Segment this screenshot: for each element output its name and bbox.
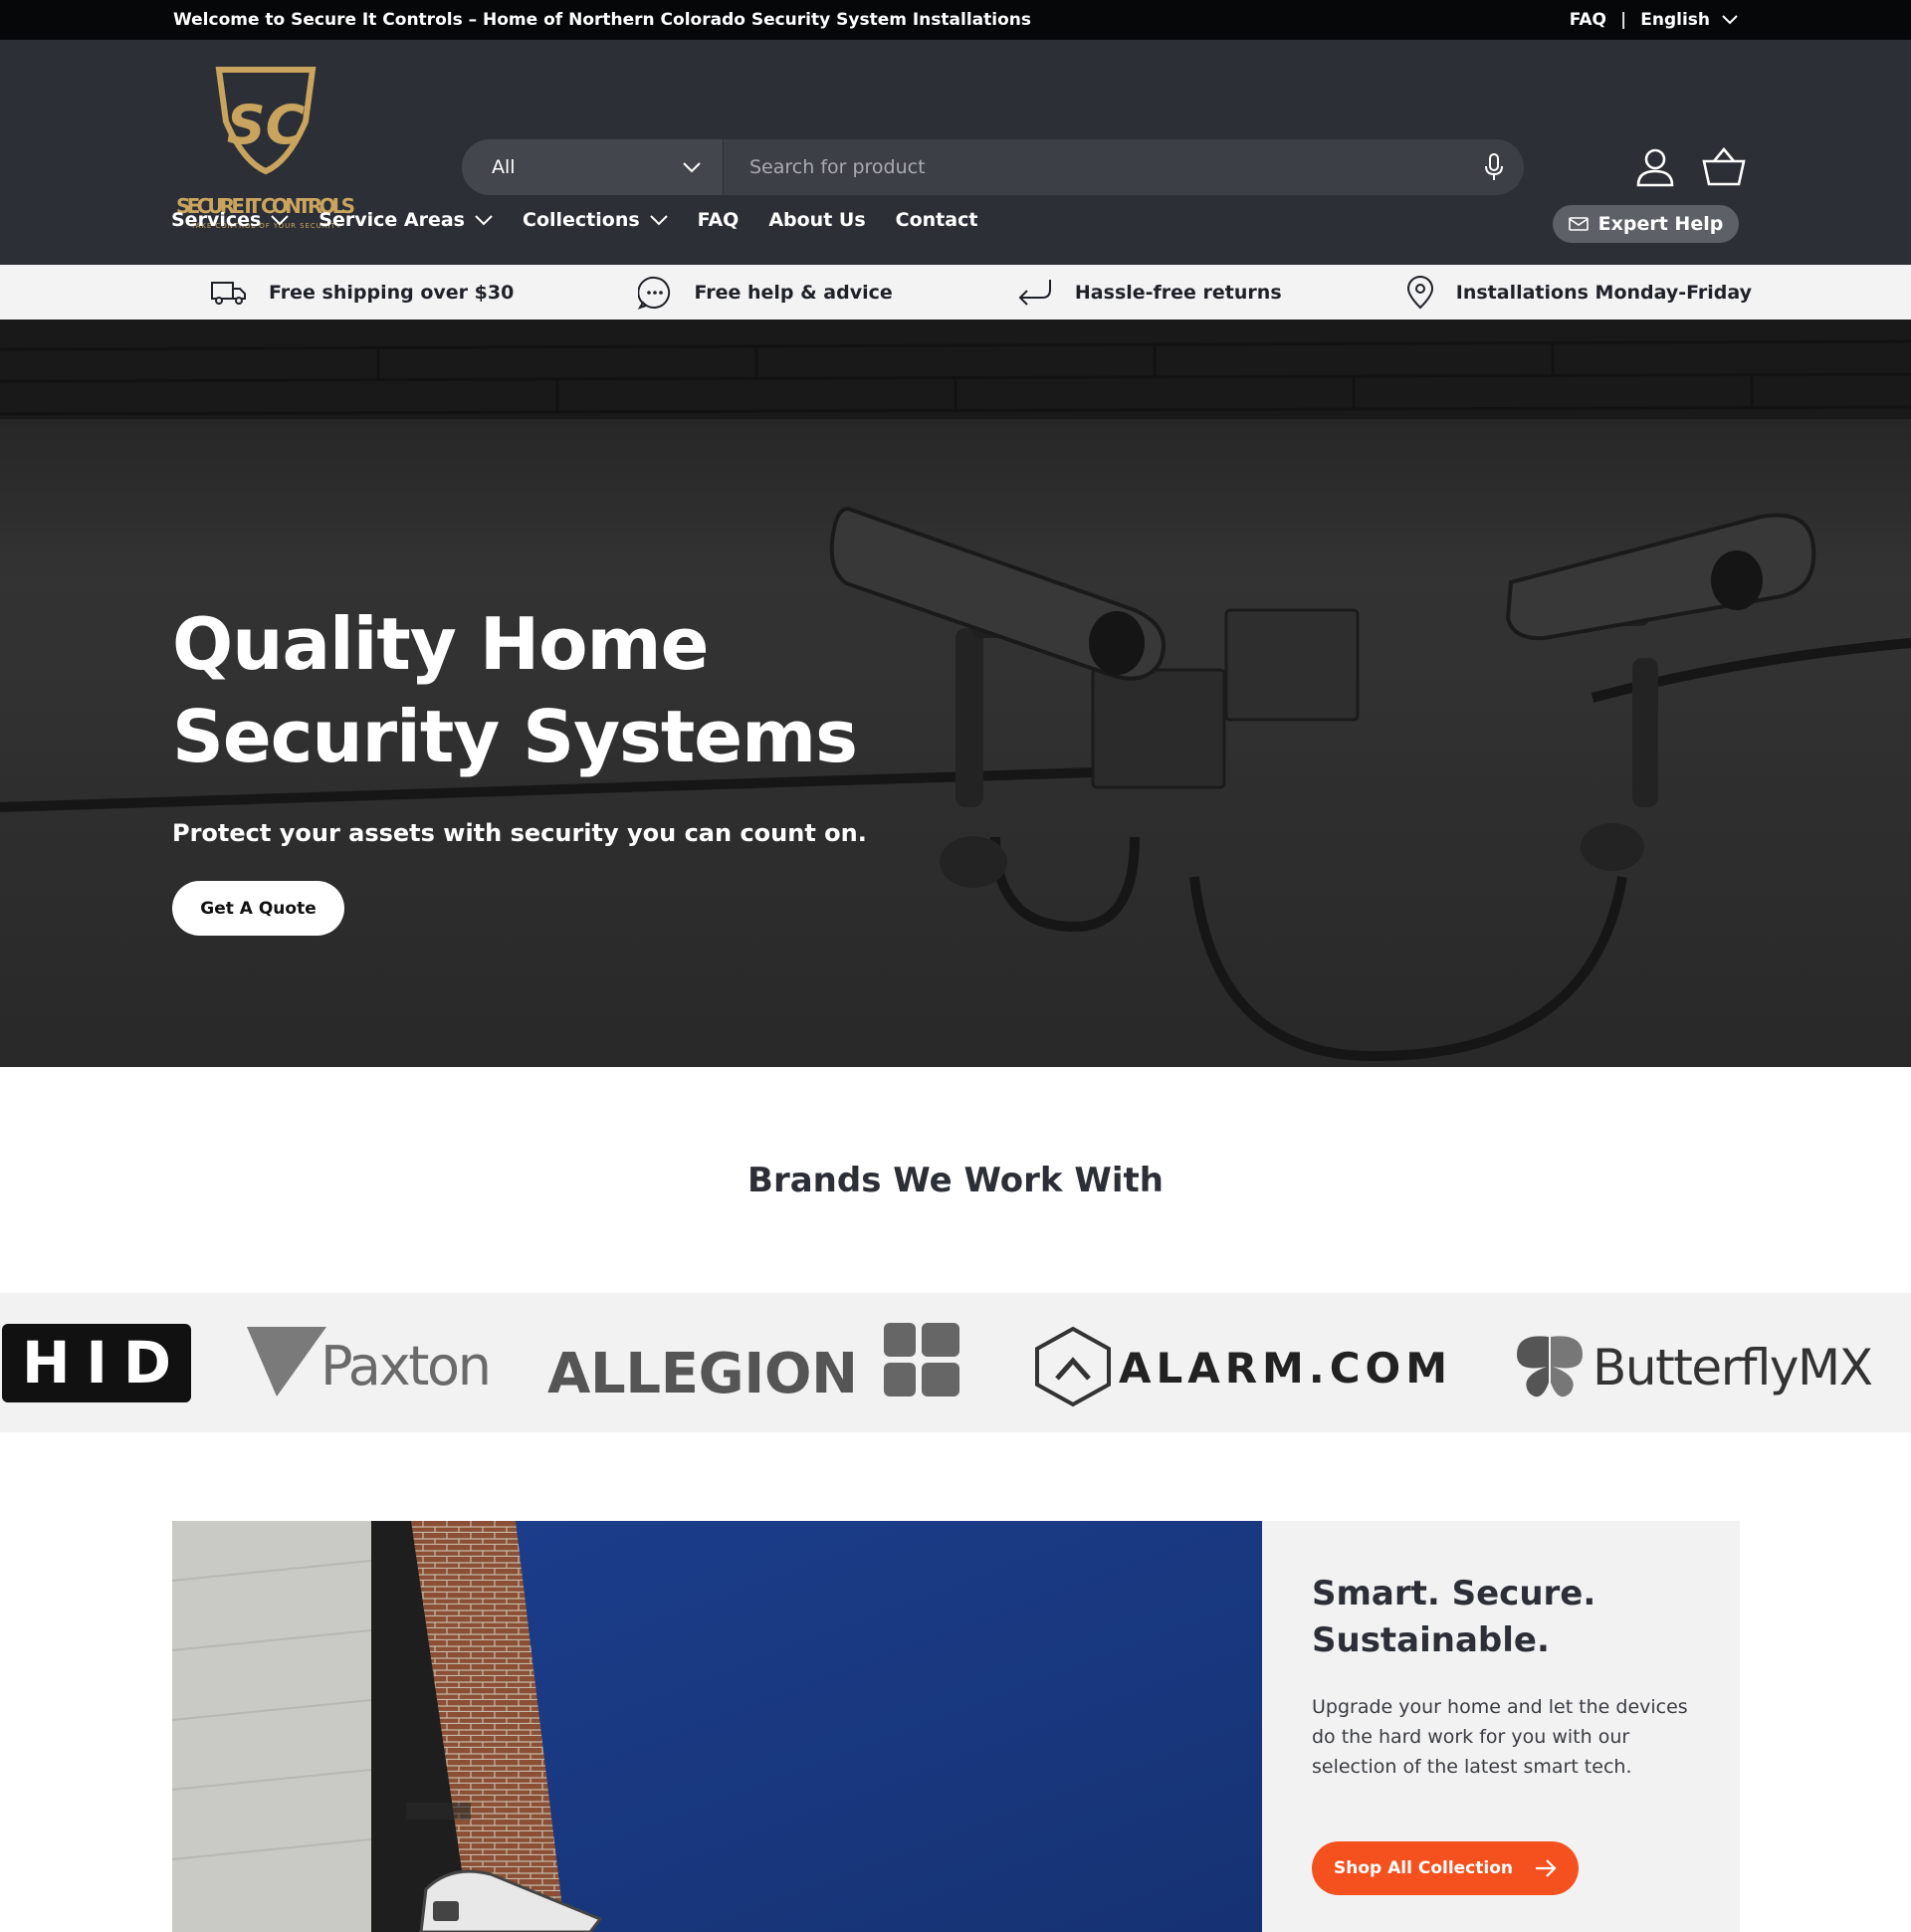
usp-label: Hassle-free returns	[1074, 281, 1282, 304]
truck-icon	[211, 281, 246, 305]
usp-item-help: Free help & advice	[638, 276, 893, 310]
feature-title-line2: Sustainable.	[1312, 1620, 1550, 1660]
hero-title-line1: Quality Home	[172, 602, 709, 686]
usp-item-shipping: Free shipping over $30	[211, 280, 514, 306]
hero-title-line2: Security Systems	[172, 695, 858, 778]
arrow-right-icon	[1536, 1859, 1557, 1877]
usp-label: Installations Monday-Friday	[1455, 281, 1752, 304]
brand-logo-alarm-com: ALARM.COM	[1035, 1326, 1447, 1407]
search-input[interactable]	[724, 139, 1464, 195]
usp-item-installations: Installations Monday-Friday	[1406, 275, 1752, 310]
svg-text:SC: SC	[227, 94, 306, 156]
brand-logo-hid: HID	[2, 1324, 191, 1402]
chevron-down-icon	[649, 214, 668, 225]
search-bar: All	[462, 139, 1524, 195]
feature-section: Smart. Secure. Sustainable. Upgrade your…	[172, 1521, 1740, 1932]
language-label: English	[1640, 10, 1710, 30]
svg-text:ButterflyMX: ButterflyMX	[1592, 1339, 1873, 1396]
brand-logo-allegion: ALLEGION	[547, 1323, 959, 1406]
chevron-down-icon	[683, 161, 701, 172]
chat-icon	[638, 276, 671, 310]
feature-image	[172, 1521, 1262, 1932]
expert-help-label: Expert Help	[1597, 213, 1724, 235]
nav-item-service-areas[interactable]: Service Areas	[318, 209, 493, 231]
main-nav: Services Service Areas Collections FAQ A…	[171, 209, 977, 231]
feature-panel: Smart. Secure. Sustainable. Upgrade your…	[1262, 1521, 1740, 1932]
hero-banner: Quality Home Security Systems Protect yo…	[0, 320, 1911, 1067]
search-category-select[interactable]: All	[462, 139, 724, 195]
map-pin-icon	[1406, 275, 1433, 309]
shop-all-collection-label: Shop All Collection	[1334, 1858, 1513, 1878]
brands-logo-strip: HID Paxton ALLEGION ALARM.COM ButterflyM…	[0, 1293, 1911, 1432]
announcement-text: Welcome to Secure It Controls – Home of …	[173, 10, 1031, 30]
return-arrow-icon	[1018, 279, 1051, 306]
microphone-icon[interactable]	[1464, 153, 1524, 181]
feature-body: Upgrade your home and let the devices do…	[1312, 1696, 1688, 1778]
nav-item-about-us[interactable]: About Us	[768, 209, 865, 231]
usp-label: Free shipping over $30	[269, 281, 515, 304]
expert-help-button[interactable]: Expert Help	[1553, 205, 1739, 243]
announcement-links: FAQ | English	[1570, 10, 1738, 30]
site-logo[interactable]: SC SECURE IT CONTROLS TAKE CONTROL OF YO…	[171, 62, 360, 233]
usp-item-returns: Hassle-free returns	[1017, 278, 1282, 308]
usp-label: Free help & advice	[694, 281, 893, 304]
brand-logos: HID Paxton ALLEGION ALARM.COM ButterflyM…	[2, 1323, 1873, 1407]
nav-item-services[interactable]: Services	[171, 209, 290, 231]
hero-title: Quality Home Security Systems	[172, 598, 889, 783]
nav-label: FAQ	[697, 209, 740, 231]
brand-logo-paxton: Paxton	[247, 1327, 492, 1397]
feature-title-line1: Smart. Secure.	[1312, 1574, 1596, 1613]
svg-text:ALLEGION: ALLEGION	[547, 1342, 858, 1406]
language-selector[interactable]: English	[1640, 10, 1738, 30]
hero-content: Quality Home Security Systems Protect yo…	[172, 598, 889, 936]
nav-label: Collections	[523, 209, 640, 231]
svg-text:HID: HID	[22, 1329, 171, 1396]
hero-subtitle: Protect your assets with security you ca…	[172, 819, 867, 847]
brands-title: Brands We Work With	[747, 1161, 1164, 1200]
site-header: SC SECURE IT CONTROLS TAKE CONTROL OF YO…	[0, 40, 1911, 265]
cart-basket-icon[interactable]	[1700, 143, 1748, 191]
nav-label: Service Areas	[318, 209, 465, 231]
shop-all-collection-button[interactable]: Shop All Collection	[1312, 1841, 1579, 1895]
chevron-down-icon	[1722, 15, 1738, 25]
faq-link[interactable]: FAQ	[1570, 10, 1606, 30]
get-a-quote-button[interactable]: Get A Quote	[172, 881, 344, 936]
usp-bar: Free shipping over $30 Free help & advic…	[0, 265, 1911, 320]
search-category-value: All	[492, 156, 516, 178]
nav-item-faq[interactable]: FAQ	[698, 209, 740, 231]
brands-section: Brands We Work With HID Paxton ALLEGION	[0, 1067, 1911, 1432]
nav-item-contact[interactable]: Contact	[896, 209, 978, 231]
brand-logo-butterflymx: ButterflyMX	[1517, 1336, 1873, 1397]
nav-label: Contact	[895, 209, 978, 231]
feature-building-image	[172, 1521, 1262, 1932]
svg-text:ALARM.COM: ALARM.COM	[1119, 1344, 1447, 1393]
chevron-down-icon	[271, 214, 290, 225]
nav-item-collections[interactable]: Collections	[523, 209, 668, 231]
account-icon[interactable]	[1631, 143, 1679, 191]
nav-label: Services	[171, 209, 262, 231]
svg-text:Paxton: Paxton	[320, 1335, 492, 1397]
announcement-bar: Welcome to Secure It Controls – Home of …	[0, 0, 1911, 40]
chevron-down-icon	[475, 214, 493, 225]
feature-title: Smart. Secure. Sustainable.	[1312, 1571, 1690, 1664]
separator: |	[1620, 10, 1627, 30]
logo-shield-icon: SC SECURE IT CONTROLS TAKE CONTROL OF YO…	[176, 67, 355, 230]
nav-label: About Us	[768, 209, 866, 231]
mail-icon	[1568, 217, 1589, 231]
